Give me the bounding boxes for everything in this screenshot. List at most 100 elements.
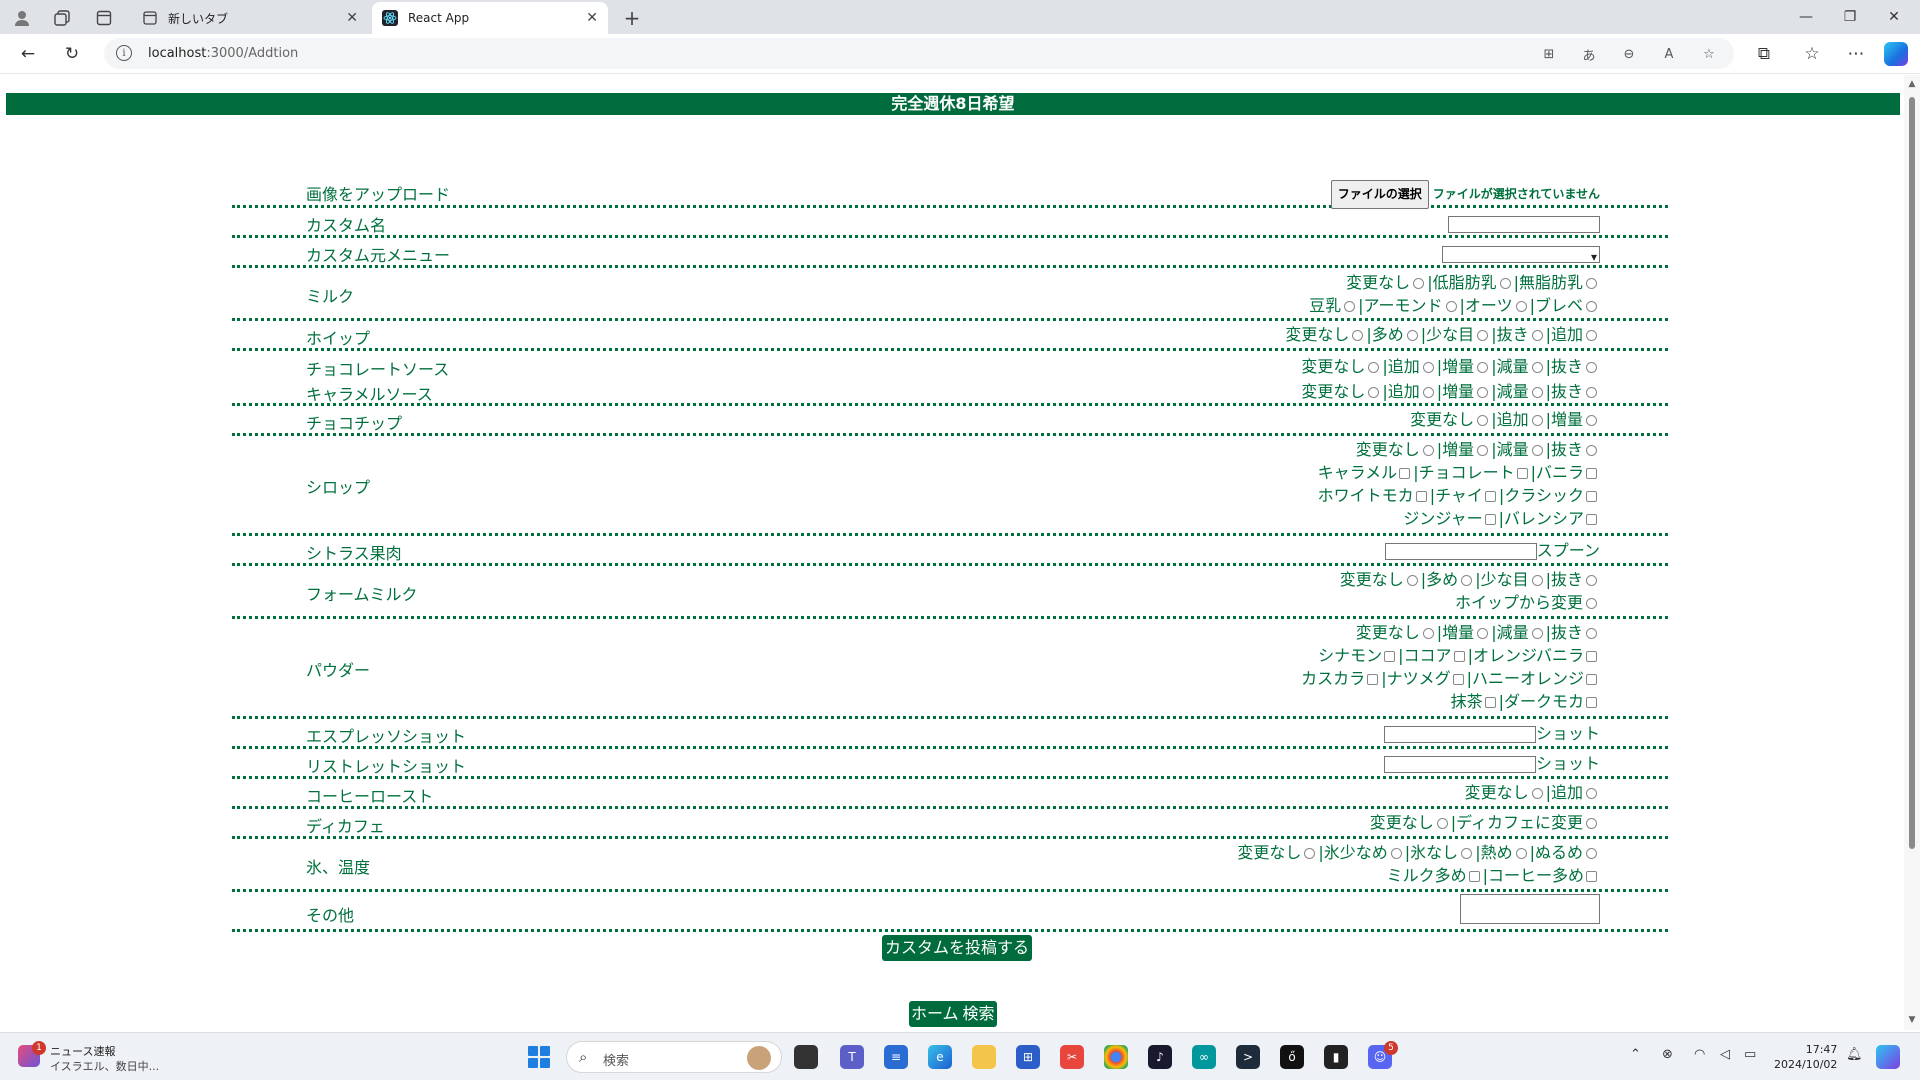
radio-button[interactable] [1531,362,1543,373]
radio-button[interactable] [1586,278,1597,289]
radio-button[interactable] [1531,387,1543,398]
radio-button[interactable] [1586,301,1597,312]
edge-icon[interactable]: e [928,1045,952,1069]
checkbox[interactable] [1367,674,1379,685]
battery-icon[interactable]: ▭ [1744,1047,1756,1062]
reload-icon[interactable]: ↻ [60,42,84,66]
search-link[interactable]: 検索 [961,1001,997,1027]
tab-close-icon[interactable]: ✕ [586,10,598,26]
url-text[interactable]: localhost:3000/Addtion [148,46,298,61]
checkbox[interactable] [1484,491,1496,502]
wifi-icon[interactable]: ◠ [1694,1047,1705,1062]
checkbox[interactable] [1586,651,1597,662]
radio-button[interactable] [1422,387,1434,398]
home-link[interactable]: ホーム [909,1001,961,1027]
ristretto-input[interactable] [1383,756,1536,773]
radio-button[interactable] [1499,278,1511,289]
radio-button[interactable] [1586,788,1597,799]
radio-button[interactable] [1477,330,1489,341]
radio-button[interactable] [1586,362,1597,373]
vertical-tabs-icon[interactable] [92,6,116,30]
checkbox[interactable] [1586,674,1597,685]
radio-button[interactable] [1586,575,1597,586]
radio-button[interactable] [1461,575,1473,586]
checkbox[interactable] [1586,514,1597,525]
checkbox[interactable] [1586,491,1597,502]
chrome-icon[interactable] [1104,1045,1128,1069]
radio-button[interactable] [1515,301,1527,312]
radio-button[interactable] [1531,415,1543,426]
new-tab-button[interactable]: + [620,6,644,30]
translate-icon[interactable]: あ [1580,45,1598,64]
checkbox[interactable] [1484,514,1496,525]
radio-button[interactable] [1477,628,1489,639]
citrus-input[interactable] [1384,543,1537,560]
store-icon[interactable]: ⊞ [1016,1045,1040,1069]
radio-button[interactable] [1422,362,1434,373]
media-player-icon[interactable]: ♪ [1148,1045,1172,1069]
other-textarea[interactable] [1460,894,1600,924]
radio-button[interactable] [1586,330,1597,341]
file-explorer-icon[interactable] [972,1045,996,1069]
notepad-icon[interactable]: ≡ [884,1045,908,1069]
checkbox[interactable] [1415,491,1427,502]
tab-close-icon[interactable]: ✕ [346,10,358,26]
scroll-down-icon[interactable]: ▼ [1907,1015,1917,1025]
checkbox[interactable] [1586,871,1597,882]
notification-bell-icon[interactable]: 🔔︎ [1846,1047,1863,1062]
radio-button[interactable] [1586,598,1597,609]
tray-app-icon[interactable]: ⊗ [1662,1047,1673,1062]
page-scrollbar[interactable]: ▲ ▼ [1904,75,1920,1030]
radio-button[interactable] [1422,445,1434,456]
radio-button[interactable] [1477,362,1489,373]
radio-button[interactable] [1477,387,1489,398]
tab-react-app[interactable]: React App ✕ [372,2,608,34]
radio-button[interactable] [1406,330,1418,341]
file-select-button[interactable]: ファイルの選択 [1330,180,1429,209]
arduino-icon[interactable]: ∞ [1192,1045,1216,1069]
radio-button[interactable] [1586,818,1597,829]
radio-button[interactable] [1531,628,1543,639]
radio-button[interactable] [1586,628,1597,639]
terminal-icon[interactable]: > [1236,1045,1260,1069]
submit-custom-button[interactable]: カスタムを投稿する [882,935,1033,961]
checkbox[interactable] [1586,468,1597,479]
radio-button[interactable] [1436,818,1448,829]
radio-button[interactable] [1304,848,1316,859]
more-menu-icon[interactable]: ⋯ [1844,42,1868,66]
volume-icon[interactable]: ◁ [1720,1047,1730,1062]
radio-button[interactable] [1445,301,1457,312]
checkbox[interactable] [1586,697,1597,708]
checkbox[interactable] [1516,468,1528,479]
radio-button[interactable] [1586,387,1597,398]
favorite-star-icon[interactable]: ☆ [1700,45,1718,63]
tab-new-tab[interactable]: 新しいタブ ✕ [132,2,368,34]
radio-button[interactable] [1368,362,1380,373]
espresso-input[interactable] [1383,726,1536,743]
radio-button[interactable] [1477,415,1489,426]
teams-icon[interactable]: T [840,1045,864,1069]
task-view-icon[interactable] [794,1045,818,1069]
radio-button[interactable] [1586,445,1597,456]
checkbox[interactable] [1484,697,1496,708]
copilot-taskbar-icon[interactable] [1876,1045,1900,1069]
tray-overflow-icon[interactable]: ⌃ [1630,1047,1641,1062]
close-window-icon[interactable]: ✕ [1882,5,1906,29]
custom-name-input[interactable] [1448,216,1600,233]
profile-icon[interactable] [10,6,34,30]
back-icon[interactable]: ← [16,42,40,66]
radio-button[interactable] [1477,445,1489,456]
taskbar-search[interactable]: ⌕ 検索 [566,1041,782,1073]
site-info-icon[interactable]: i [116,45,132,61]
checkbox[interactable] [1453,651,1465,662]
radio-button[interactable] [1531,330,1543,341]
radio-button[interactable] [1586,415,1597,426]
radio-button[interactable] [1461,848,1473,859]
restore-icon[interactable]: ❐ [1838,5,1862,29]
radio-button[interactable] [1406,575,1418,586]
radio-button[interactable] [1368,387,1380,398]
app-available-icon[interactable]: ⊞ [1540,45,1558,63]
extensions-icon[interactable]: ⧉ [1752,42,1776,66]
snipping-tool-icon[interactable]: ✂ [1060,1045,1084,1069]
checkbox[interactable] [1384,651,1396,662]
